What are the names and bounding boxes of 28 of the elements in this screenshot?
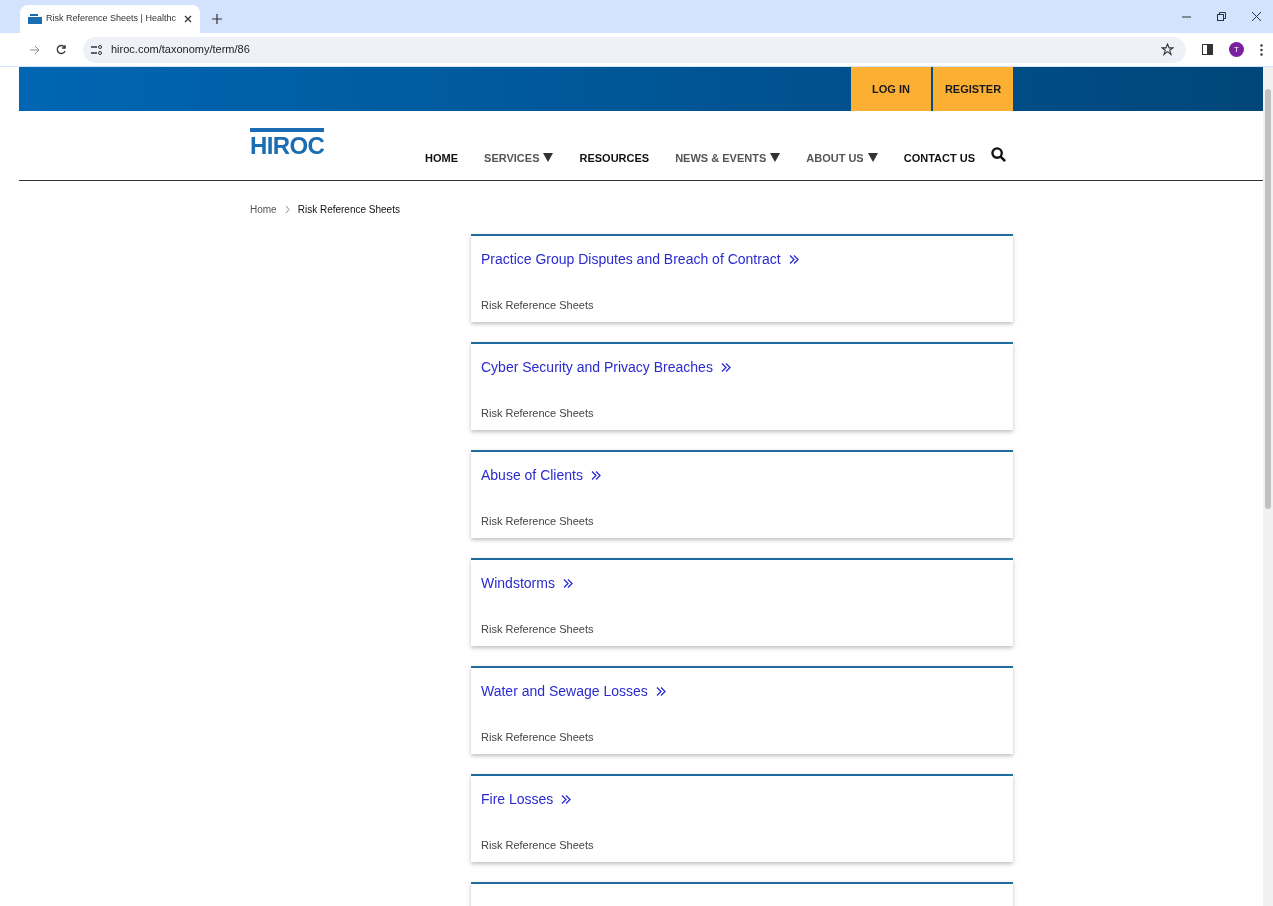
article-link[interactable]: Windstorms bbox=[481, 573, 573, 594]
account-button[interactable]: LOG IN bbox=[851, 67, 931, 111]
article-category: Risk Reference Sheets bbox=[481, 838, 595, 853]
article-category: Risk Reference Sheets bbox=[481, 514, 595, 529]
nav-link[interactable]: SERVICES bbox=[484, 149, 554, 166]
tab-title: Risk Reference Sheets | Healthc bbox=[46, 12, 176, 26]
nav-link[interactable]: ABOUT US bbox=[806, 149, 878, 166]
browser-tab[interactable]: Risk Reference Sheets | Healthc bbox=[20, 5, 200, 33]
article-category: Risk Reference Sheets bbox=[481, 298, 595, 313]
logo[interactable]: HIROC bbox=[250, 128, 325, 158]
nav-link[interactable]: RESOURCES bbox=[579, 149, 650, 166]
article-link[interactable]: Fire Losses bbox=[481, 789, 572, 810]
profile-avatar[interactable]: T bbox=[1229, 42, 1244, 57]
article-link[interactable]: Cyber Security and Privacy Breaches bbox=[481, 357, 731, 378]
article-category: Risk Reference Sheets bbox=[481, 406, 595, 421]
nav-link[interactable]: HOME bbox=[425, 149, 459, 166]
account-button[interactable]: REGISTER bbox=[933, 67, 1013, 111]
article-category: Risk Reference Sheets bbox=[481, 730, 595, 745]
nav-link[interactable]: NEWS & EVENTS bbox=[675, 149, 781, 166]
url-text: hiroc.com/taxonomy/term/86 bbox=[111, 42, 250, 58]
article-link[interactable]: Abuse of Clients bbox=[481, 465, 601, 486]
address-bar[interactable]: hiroc.com/taxonomy/term/86 bbox=[83, 36, 1186, 63]
article-link[interactable]: Water and Sewage Losses bbox=[481, 681, 666, 702]
nav-link[interactable]: CONTACT US bbox=[903, 149, 975, 166]
article-category: Risk Reference Sheets bbox=[481, 622, 595, 637]
article-link[interactable]: Practice Group Disputes and Breach of Contract bbox=[481, 249, 799, 270]
breadcrumb-current: Risk Reference Sheets bbox=[297, 203, 400, 217]
breadcrumb-link[interactable]: Home bbox=[250, 202, 277, 217]
